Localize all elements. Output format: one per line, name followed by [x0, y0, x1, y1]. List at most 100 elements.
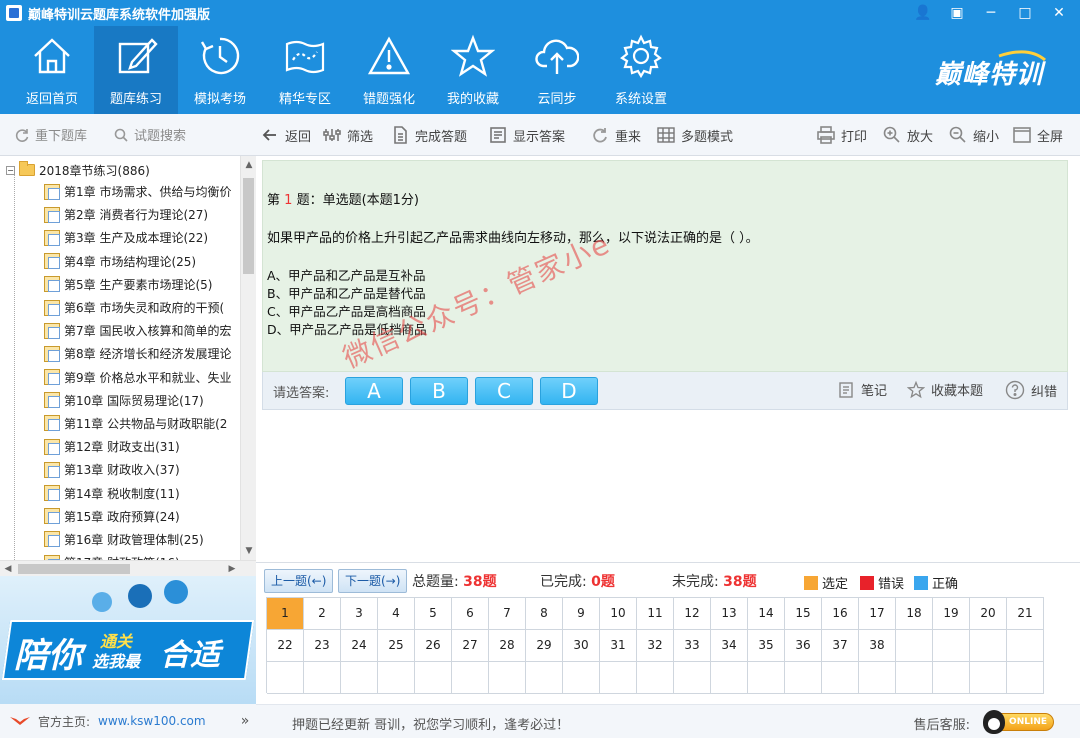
- tree-item-chapter[interactable]: 第8章 经济增长和经济发展理论: [44, 342, 240, 365]
- question-cell[interactable]: 5: [415, 598, 452, 630]
- question-cell[interactable]: 17: [859, 598, 896, 630]
- print-button[interactable]: 打印: [816, 114, 867, 156]
- expand-footer-icon[interactable]: »: [234, 704, 256, 738]
- question-cell[interactable]: 25: [378, 630, 415, 662]
- option-b[interactable]: B、甲产品和乙产品是替代品: [267, 283, 426, 302]
- question-cell[interactable]: 16: [822, 598, 859, 630]
- note-button[interactable]: 笔记: [837, 380, 887, 399]
- scroll-right-icon[interactable]: ▶: [224, 561, 240, 577]
- question-cell[interactable]: 34: [711, 630, 748, 662]
- question-cell[interactable]: 23: [304, 630, 341, 662]
- answer-a-button[interactable]: A: [345, 377, 403, 405]
- question-cell[interactable]: 21: [1007, 598, 1044, 630]
- nav-home[interactable]: 返回首页: [10, 26, 94, 114]
- tree-item-chapter[interactable]: 第9章 价格总水平和就业、失业: [44, 366, 240, 389]
- tree-item-chapter[interactable]: 第11章 公共物品与财政职能(2: [44, 412, 240, 435]
- fullscreen-button[interactable]: 全屏: [1012, 114, 1063, 156]
- scroll-thumb[interactable]: [243, 178, 254, 274]
- question-cell[interactable]: 14: [748, 598, 785, 630]
- nav-settings[interactable]: 系统设置: [599, 26, 683, 114]
- question-cell[interactable]: 15: [785, 598, 822, 630]
- tree-item-chapter[interactable]: 第2章 消费者行为理论(27): [44, 203, 240, 226]
- question-cell[interactable]: 12: [674, 598, 711, 630]
- zoom-in-button[interactable]: 放大: [882, 114, 933, 156]
- question-cell[interactable]: 1: [267, 598, 304, 630]
- question-cell[interactable]: 30: [563, 630, 600, 662]
- tree-item-chapter[interactable]: 第15章 政府预算(24): [44, 505, 240, 528]
- question-cell[interactable]: 37: [822, 630, 859, 662]
- question-cell[interactable]: 11: [637, 598, 674, 630]
- question-cell[interactable]: 35: [748, 630, 785, 662]
- question-cell[interactable]: 31: [600, 630, 637, 662]
- show-answer-button[interactable]: 显示答案: [488, 114, 565, 156]
- favorite-question-button[interactable]: 收藏本题: [907, 380, 983, 399]
- scroll-up-icon[interactable]: ▲: [241, 156, 257, 174]
- report-error-button[interactable]: 纠错: [1005, 380, 1057, 400]
- finish-answer-button[interactable]: 完成答题: [390, 114, 467, 156]
- tree-item-chapter[interactable]: 第5章 生产要素市场理论(5): [44, 273, 240, 296]
- search-question-button[interactable]: 试题搜索: [113, 125, 186, 144]
- question-cell[interactable]: 2: [304, 598, 341, 630]
- question-cell[interactable]: 19: [933, 598, 970, 630]
- answer-d-button[interactable]: D: [540, 377, 598, 405]
- tree-item-chapter[interactable]: 第6章 市场失灵和政府的干预(: [44, 296, 240, 319]
- question-cell[interactable]: 38: [859, 630, 896, 662]
- tree-root[interactable]: − 2018章节练习(886): [6, 160, 150, 180]
- hscroll-thumb[interactable]: [18, 564, 130, 574]
- question-cell[interactable]: 18: [896, 598, 933, 630]
- question-cell[interactable]: 27: [452, 630, 489, 662]
- option-a[interactable]: A、甲产品和乙产品是互补品: [267, 265, 426, 284]
- user-icon[interactable]: 👤: [906, 5, 940, 21]
- promo-banner[interactable]: 陪你 通关 选我最 合适: [0, 576, 256, 704]
- next-question-button[interactable]: 下一题(→): [338, 569, 408, 593]
- tree-item-chapter[interactable]: 第12章 财政支出(31): [44, 435, 240, 458]
- question-cell[interactable]: 9: [563, 598, 600, 630]
- tree-item-chapter[interactable]: 第10章 国际贸易理论(17): [44, 389, 240, 412]
- answer-b-button[interactable]: B: [410, 377, 468, 405]
- nav-cloud-sync[interactable]: 云同步: [515, 26, 599, 114]
- restart-button[interactable]: 重来: [590, 114, 641, 156]
- tree-item-chapter[interactable]: 第3章 生产及成本理论(22): [44, 226, 240, 249]
- back-button[interactable]: 返回: [260, 114, 311, 156]
- tree-horizontal-scrollbar[interactable]: ◀ ▶: [0, 560, 256, 576]
- question-cell[interactable]: 28: [489, 630, 526, 662]
- tree-item-chapter[interactable]: 第14章 税收制度(11): [44, 481, 240, 504]
- question-cell[interactable]: 3: [341, 598, 378, 630]
- homepage-link[interactable]: www.ksw100.com: [98, 714, 206, 728]
- answer-c-button[interactable]: C: [475, 377, 533, 405]
- question-cell[interactable]: 6: [452, 598, 489, 630]
- nav-mock-exam[interactable]: 模拟考场: [178, 26, 262, 114]
- tree-item-chapter[interactable]: 第17章 财政政策(16): [44, 551, 240, 560]
- minimize-icon[interactable]: ─: [974, 5, 1008, 21]
- menu-icon[interactable]: ▣: [940, 5, 974, 21]
- maximize-icon[interactable]: □: [1008, 5, 1042, 21]
- reload-bank-button[interactable]: 重下题库: [14, 125, 87, 144]
- question-cell[interactable]: 20: [970, 598, 1007, 630]
- scroll-down-icon[interactable]: ▼: [241, 542, 257, 560]
- question-cell[interactable]: 32: [637, 630, 674, 662]
- scroll-left-icon[interactable]: ◀: [0, 561, 16, 577]
- question-cell[interactable]: 4: [378, 598, 415, 630]
- nav-essence[interactable]: 精华专区: [263, 26, 347, 114]
- collapse-icon[interactable]: −: [6, 165, 15, 175]
- question-cell[interactable]: 8: [526, 598, 563, 630]
- online-service-button[interactable]: ONLINE: [983, 710, 1054, 734]
- question-cell[interactable]: 10: [600, 598, 637, 630]
- tree-vertical-scrollbar[interactable]: ▲ ▼: [240, 156, 256, 560]
- question-cell[interactable]: 24: [341, 630, 378, 662]
- question-cell[interactable]: 29: [526, 630, 563, 662]
- question-cell[interactable]: 7: [489, 598, 526, 630]
- nav-practice[interactable]: 题库练习: [94, 26, 178, 114]
- tree-item-chapter[interactable]: 第1章 市场需求、供给与均衡价: [44, 180, 240, 203]
- tree-item-chapter[interactable]: 第16章 财政管理体制(25): [44, 528, 240, 551]
- question-cell[interactable]: 26: [415, 630, 452, 662]
- question-cell[interactable]: 13: [711, 598, 748, 630]
- question-cell[interactable]: 36: [785, 630, 822, 662]
- filter-button[interactable]: 筛选: [322, 114, 373, 156]
- nav-mistakes[interactable]: 错题强化: [347, 26, 431, 114]
- question-cell[interactable]: 22: [267, 630, 304, 662]
- close-icon[interactable]: ✕: [1042, 5, 1076, 21]
- question-cell[interactable]: 33: [674, 630, 711, 662]
- tree-item-chapter[interactable]: 第13章 财政收入(37): [44, 458, 240, 481]
- tree-item-chapter[interactable]: 第4章 市场结构理论(25): [44, 250, 240, 273]
